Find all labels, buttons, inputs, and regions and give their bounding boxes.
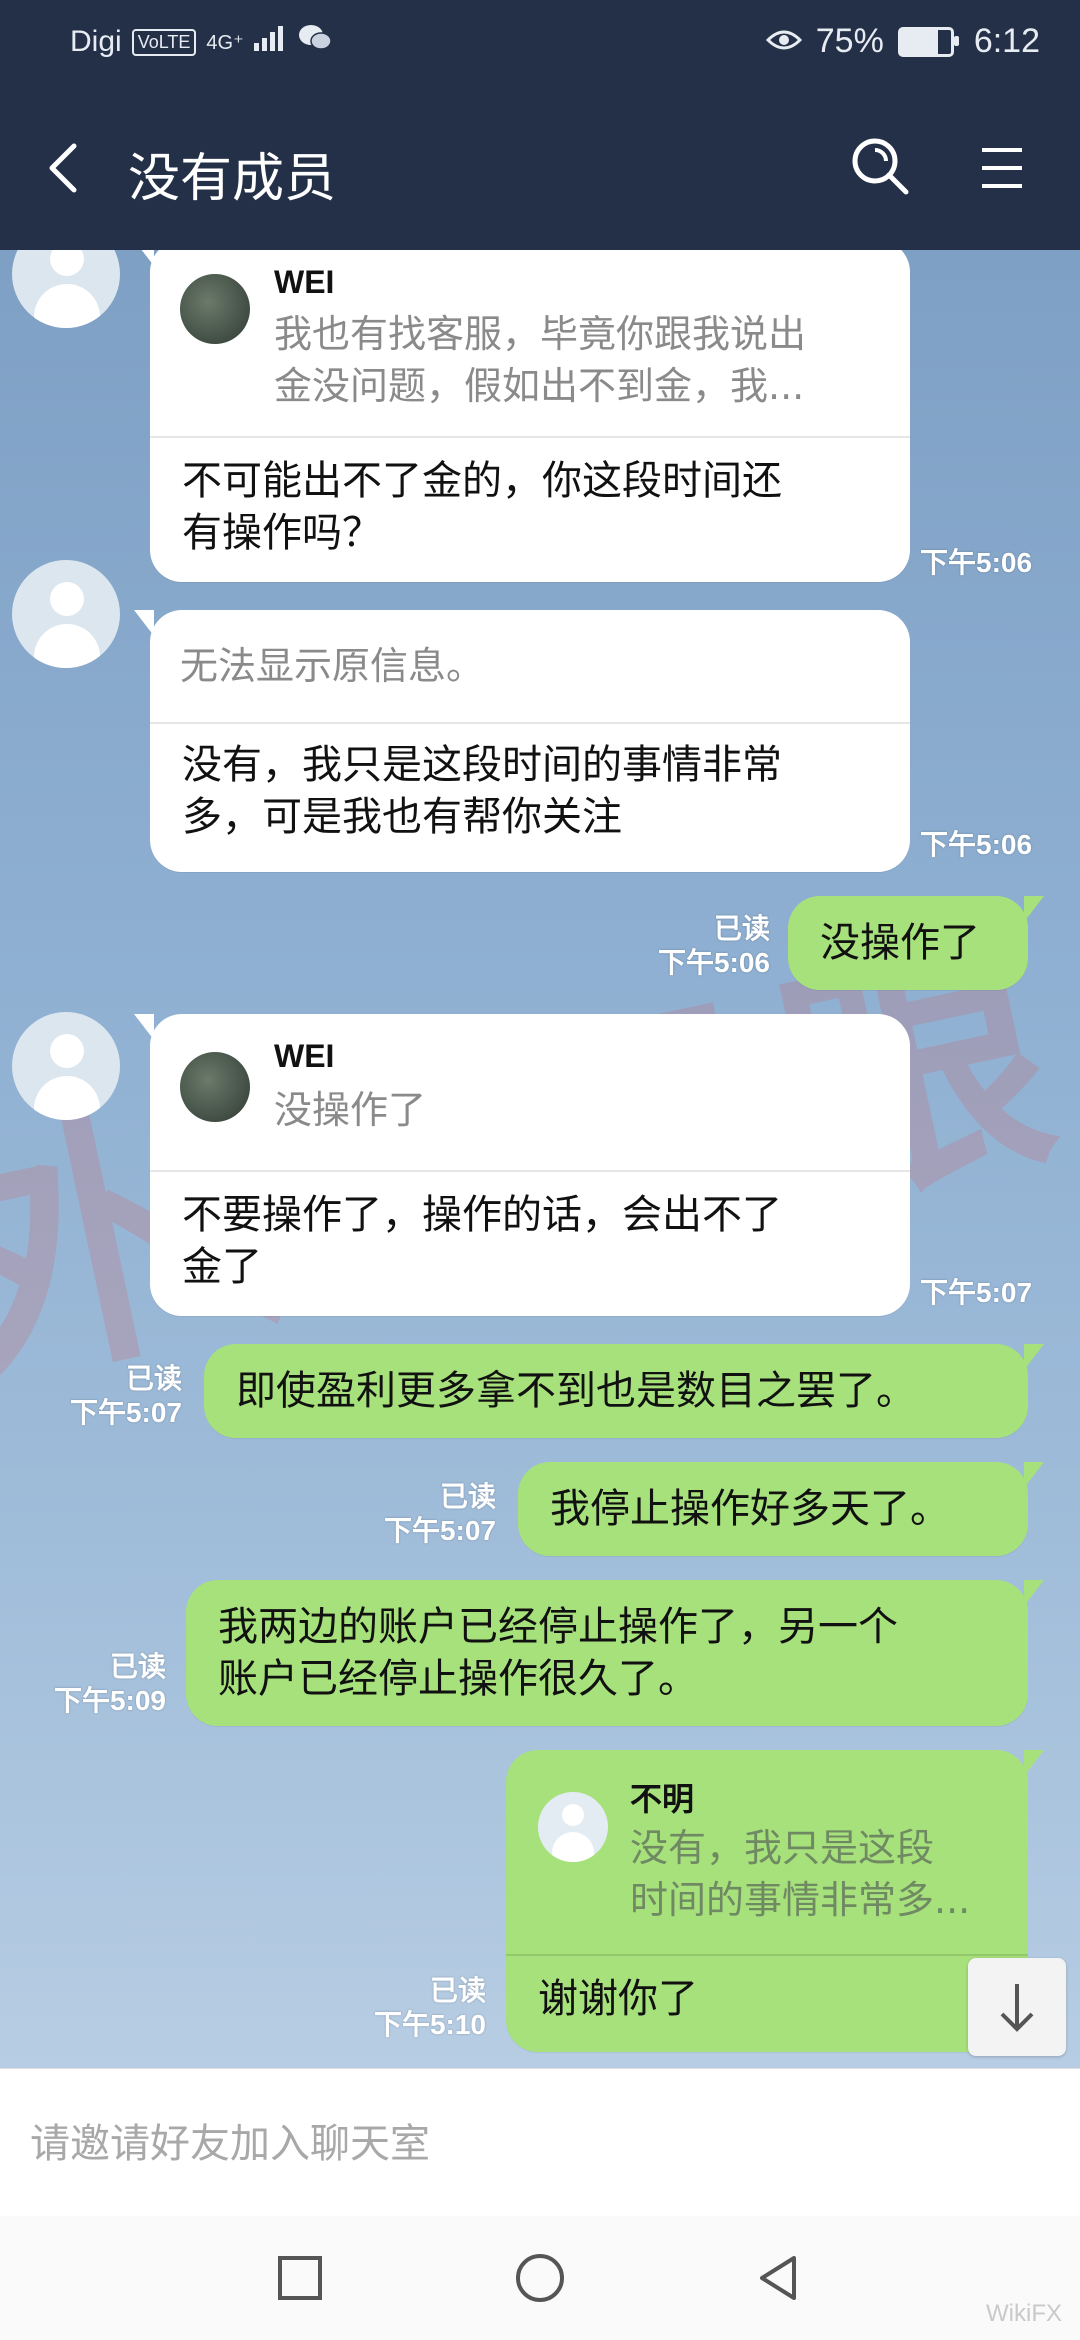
network-label: 4G⁺ bbox=[206, 31, 244, 54]
message-bubble-5[interactable]: 即使盈利更多拿不到也是数目之罢了。 bbox=[204, 1344, 1044, 1438]
quoted-avatar bbox=[538, 1792, 608, 1862]
message-bubble-4[interactable]: WEI 没操作了 不要操作了，操作的话，会出不了 金了 bbox=[134, 1014, 910, 1316]
avatar[interactable] bbox=[12, 560, 120, 668]
quoted-text-line: 无法显示原信息。 bbox=[180, 644, 485, 688]
message-text-line: 金了 bbox=[182, 1244, 262, 1290]
arrow-down-icon bbox=[1000, 1984, 1034, 2032]
message-bubble-6[interactable]: 我停止操作好多天了。 bbox=[518, 1462, 1044, 1556]
message-text-line: 不要操作了，操作的话，会出不了 bbox=[182, 1192, 782, 1238]
message-time: 下午5:06 bbox=[657, 947, 770, 978]
quoted-text-line: 金没问题，假如出不到金，我... bbox=[274, 364, 805, 408]
message-bubble-3[interactable]: 没操作了 bbox=[788, 896, 1044, 990]
avatar[interactable] bbox=[12, 250, 120, 328]
read-receipt: 已读 bbox=[429, 1975, 486, 2006]
message-text-line: 有操作吗？ bbox=[182, 510, 382, 556]
quoted-text-line: 时间的事情非常多... bbox=[630, 1878, 971, 1922]
carrier-label: Digi bbox=[70, 25, 122, 58]
quoted-text-line: 我也有找客服，毕竟你跟我说出 bbox=[274, 312, 807, 356]
battery-icon bbox=[897, 26, 959, 57]
battery-percent: 75% bbox=[815, 22, 884, 60]
message-input[interactable]: 请邀请好友加入聊天室 bbox=[30, 2111, 430, 2169]
message-input-bar[interactable]: 请邀请好友加入聊天室 bbox=[0, 2068, 1080, 2217]
quoted-sender: WEI bbox=[274, 264, 335, 300]
message-bubble-8[interactable]: 不明 没有，我只是这段 时间的事情非常多... 谢谢你了 bbox=[506, 1750, 1044, 2052]
scroll-to-bottom-button[interactable] bbox=[968, 1958, 1066, 2056]
status-bar: Digi VoLTE 4G⁺ 75% 6:12 bbox=[0, 0, 1080, 90]
signal-icon bbox=[253, 25, 288, 59]
eye-icon bbox=[765, 22, 802, 61]
chat-title: 没有成员 bbox=[128, 149, 337, 209]
quoted-message[interactable]: WEI 没操作了 bbox=[150, 1014, 910, 1172]
message-text-line: 没操作了 bbox=[820, 920, 980, 966]
message-bubble-7[interactable]: 我两边的账户已经停止操作了，另一个 账户已经停止操作很久了。 bbox=[186, 1580, 1044, 1726]
read-receipt: 已读 bbox=[125, 1363, 182, 1394]
message-text-line: 账户已经停止操作很久了。 bbox=[218, 1656, 698, 1702]
quoted-message[interactable]: 无法显示原信息。 bbox=[150, 610, 910, 724]
read-receipt: 已读 bbox=[439, 1481, 496, 1512]
menu-icon[interactable] bbox=[970, 136, 1034, 200]
message-text-line: 多，可是我也有帮你关注 bbox=[182, 794, 622, 840]
system-nav-bar bbox=[0, 2216, 1080, 2340]
wechat-icon bbox=[298, 24, 332, 60]
volte-badge: VoLTE bbox=[131, 28, 197, 56]
quoted-sender: 不明 bbox=[630, 1781, 695, 1817]
status-left: Digi VoLTE 4G⁺ bbox=[70, 24, 332, 60]
quoted-text-line: 没操作了 bbox=[274, 1088, 427, 1132]
message-text-line: 谢谢你了 bbox=[538, 1976, 698, 2022]
quoted-sender: WEI bbox=[274, 1038, 335, 1074]
message-text-line: 没有，我只是这段时间的事情非常 bbox=[182, 742, 782, 788]
message-time: 下午5:07 bbox=[69, 1397, 182, 1428]
message-bubble-1[interactable]: WEI 我也有找客服，毕竟你跟我说出 金没问题，假如出不到金，我... 不可能出… bbox=[134, 250, 910, 582]
quoted-message[interactable]: 不明 没有，我只是这段 时间的事情非常多... bbox=[506, 1750, 1028, 1956]
quoted-avatar bbox=[180, 1052, 250, 1122]
circle-icon[interactable] bbox=[508, 2246, 572, 2310]
back-arrow-icon[interactable] bbox=[36, 138, 96, 198]
search-icon[interactable] bbox=[848, 134, 912, 198]
status-right: 75% 6:12 bbox=[765, 22, 1040, 61]
message-text-line: 我停止操作好多天了。 bbox=[550, 1486, 950, 1532]
message-bubble-2[interactable]: 无法显示原信息。 没有，我只是这段时间的事情非常 多，可是我也有帮你关注 bbox=[134, 610, 910, 872]
read-receipt: 已读 bbox=[713, 913, 770, 944]
message-text-line: 即使盈利更多拿不到也是数目之罢了。 bbox=[236, 1368, 916, 1414]
message-time: 下午5:06 bbox=[920, 829, 1033, 860]
quoted-message[interactable]: WEI 我也有找客服，毕竟你跟我说出 金没问题，假如出不到金，我... bbox=[150, 250, 910, 438]
message-text-line: 不可能出不了金的，你这段时间还 bbox=[182, 458, 782, 504]
message-text-line: 我两边的账户已经停止操作了，另一个 bbox=[218, 1604, 898, 1650]
message-time: 下午5:07 bbox=[383, 1515, 496, 1546]
triangle-back-icon[interactable] bbox=[748, 2246, 812, 2310]
quoted-text-line: 没有，我只是这段 bbox=[630, 1826, 935, 1870]
read-receipt: 已读 bbox=[109, 1651, 166, 1682]
square-icon[interactable] bbox=[268, 2246, 332, 2310]
message-time: 下午5:06 bbox=[920, 547, 1033, 578]
avatar[interactable] bbox=[12, 1012, 120, 1120]
quoted-avatar bbox=[180, 274, 250, 344]
wikifx-logo: WikiFX bbox=[986, 2300, 1062, 2327]
chat-area[interactable]: 外汇天眼 WEI 我也有找客服，毕竟你跟我说出 金没问题，假如出不到金，我...… bbox=[0, 250, 1080, 2068]
chat-header: 没有成员 bbox=[0, 90, 1080, 250]
battery-fill bbox=[900, 29, 939, 54]
message-time: 下午5:10 bbox=[373, 2009, 486, 2040]
message-time: 下午5:07 bbox=[920, 1277, 1033, 1308]
clock: 6:12 bbox=[973, 22, 1040, 60]
message-time: 下午5:09 bbox=[53, 1685, 166, 1716]
